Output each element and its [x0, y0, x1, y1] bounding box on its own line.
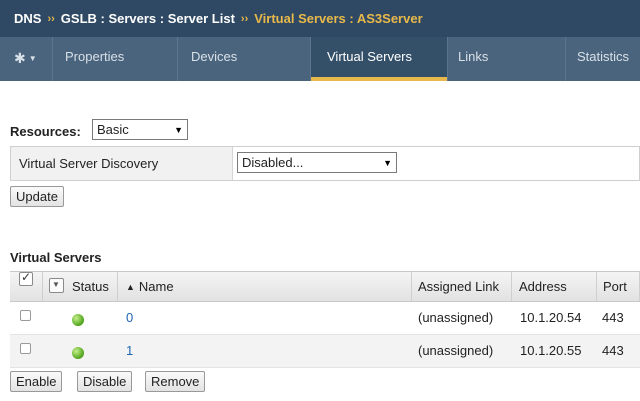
address-value: 10.1.20.54	[520, 310, 582, 325]
discovery-label: Virtual Server Discovery	[11, 147, 233, 180]
select-all-checkbox[interactable]	[19, 270, 33, 286]
column-filter-button[interactable]	[49, 278, 64, 293]
row-checkbox[interactable]	[20, 310, 31, 321]
breadcrumb-separator: ››	[240, 12, 249, 25]
gear-icon: ✱	[14, 50, 26, 66]
assigned-link-value: (unassigned)	[418, 343, 494, 358]
resources-label: Resources:	[10, 124, 81, 139]
tab-statistics[interactable]: Statistics	[565, 37, 640, 81]
discovery-row: Virtual Server Discovery Disabled... ▼	[10, 146, 640, 181]
port-value: 443	[602, 343, 624, 358]
settings-menu-button[interactable]: ✱ ▼	[0, 37, 52, 81]
table-row: 1 (unassigned) 10.1.20.55 443	[10, 335, 640, 368]
disable-button[interactable]: Disable	[77, 371, 133, 392]
status-available-icon	[72, 314, 84, 326]
chevron-down-icon: ▼	[383, 157, 392, 168]
tab-virtual-servers[interactable]: Virtual Servers	[310, 37, 447, 81]
column-name-label: Name	[138, 279, 174, 294]
breadcrumb-dns[interactable]: DNS	[14, 11, 41, 26]
breadcrumb-current: Virtual Servers : AS3Server	[254, 11, 423, 26]
port-value: 443	[602, 310, 624, 325]
column-assigned-link[interactable]: Assigned Link	[412, 272, 512, 301]
update-button[interactable]: Update	[10, 186, 64, 207]
select-all-cell	[10, 270, 43, 301]
column-status-label: Status	[72, 279, 109, 294]
tab-links[interactable]: Links	[447, 37, 565, 81]
breadcrumb-gslb[interactable]: GSLB : Servers : Server List	[61, 11, 235, 26]
sort-ascending-icon: ▲	[126, 282, 135, 292]
tab-bar: ✱ ▼ Properties Devices Virtual Servers Li…	[0, 37, 640, 81]
chevron-down-icon: ▼	[174, 124, 183, 135]
column-address[interactable]: Address	[512, 272, 597, 301]
row-checkbox[interactable]	[20, 343, 31, 354]
assigned-link-value: (unassigned)	[418, 310, 494, 325]
breadcrumb-separator: ››	[47, 12, 55, 25]
server-name-link[interactable]: 0	[126, 310, 133, 325]
breadcrumb: DNS ›› GSLB : Servers : Server List ›› V…	[0, 0, 640, 37]
table-header: Status ▲Name Assigned Link Address Port	[10, 270, 640, 302]
enable-button[interactable]: Enable	[10, 371, 63, 392]
server-name-link[interactable]: 1	[126, 343, 133, 358]
chevron-down-icon: ▼	[28, 54, 37, 63]
column-port[interactable]: Port	[597, 272, 640, 301]
section-title: Virtual Servers	[10, 250, 102, 265]
status-available-icon	[72, 347, 84, 359]
remove-button[interactable]: Remove	[145, 371, 206, 392]
column-name[interactable]: ▲ Name	[118, 272, 412, 301]
tab-properties[interactable]: Properties	[52, 37, 177, 81]
discovery-select-value: Disabled...	[242, 155, 304, 170]
resources-select[interactable]: Basic ▼	[92, 119, 188, 140]
tab-devices[interactable]: Devices	[177, 37, 310, 81]
address-value: 10.1.20.55	[520, 343, 582, 358]
discovery-select[interactable]: Disabled... ▼	[237, 152, 397, 173]
resources-select-value: Basic	[97, 122, 129, 137]
table-row: 0 (unassigned) 10.1.20.54 443	[10, 302, 640, 335]
column-status[interactable]: Status	[43, 272, 118, 301]
